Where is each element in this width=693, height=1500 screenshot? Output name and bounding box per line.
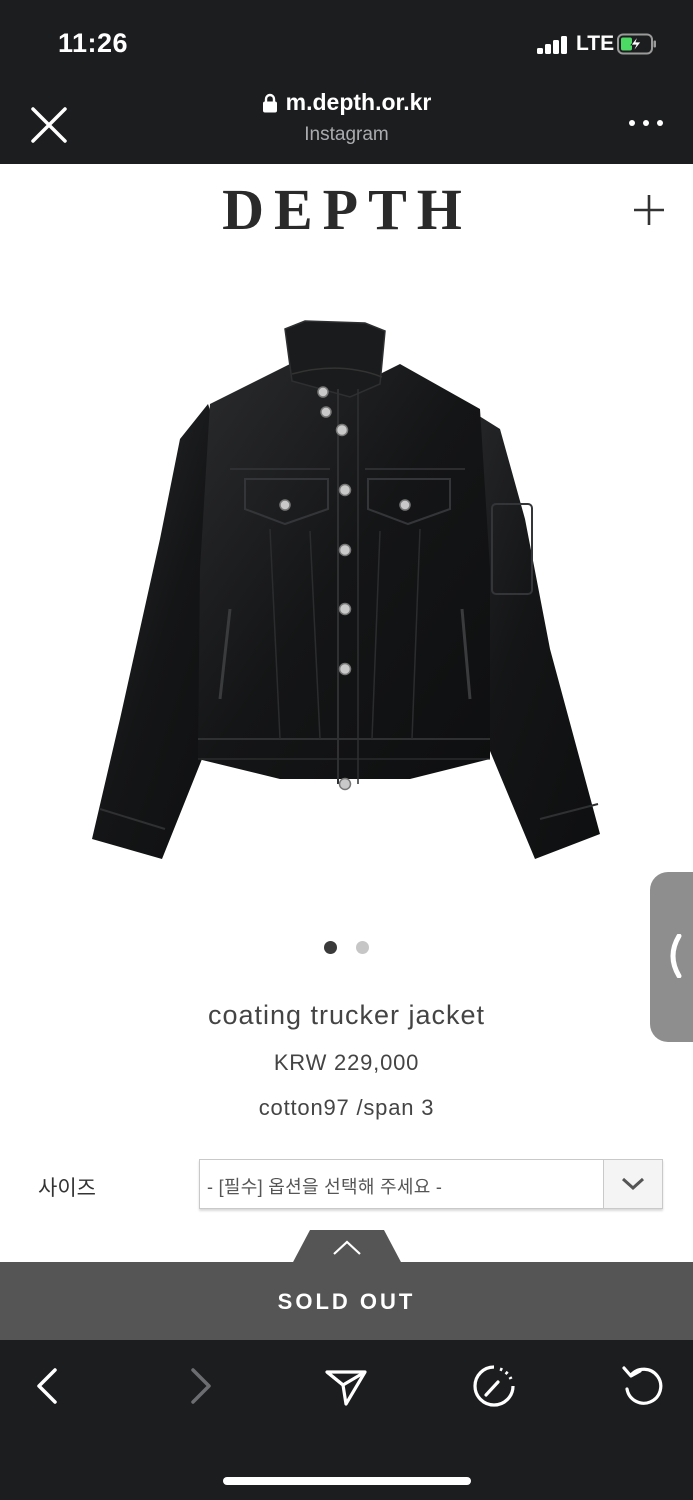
browser-toolbar: [0, 1340, 693, 1500]
pagination-dot-active[interactable]: [324, 941, 338, 954]
share-icon[interactable]: [322, 1362, 370, 1410]
web-content: DEPTH coating trucker jacket KRW 229,000…: [0, 164, 693, 1262]
speed-icon[interactable]: [470, 1362, 518, 1410]
expand-panel-tab[interactable]: [292, 1230, 402, 1262]
depth-logo: DEPTH: [222, 178, 472, 242]
size-select[interactable]: - [필수] 옵션을 선택해 주세요 -: [199, 1159, 663, 1209]
url-area[interactable]: m.depth.or.kr Instagram: [0, 88, 693, 146]
status-time: 11:26: [58, 28, 129, 58]
back-icon[interactable]: [25, 1362, 73, 1410]
lock-icon: [262, 93, 277, 112]
sold-out-label: SOLD OUT: [277, 1289, 416, 1314]
chevron-down-icon: [621, 1177, 645, 1191]
signal-icon: [537, 36, 569, 54]
reload-icon[interactable]: [619, 1362, 667, 1410]
image-pagination: [0, 941, 693, 959]
more-icon[interactable]: [629, 120, 663, 130]
home-indicator[interactable]: [223, 1477, 471, 1485]
network-type: LTE: [576, 32, 615, 55]
status-bar: 11:26 LTE: [0, 0, 693, 88]
product-name: coating trucker jacket: [207, 1000, 486, 1030]
plus-icon[interactable]: [633, 194, 665, 226]
select-dropdown-button[interactable]: [603, 1160, 662, 1208]
forward-icon[interactable]: [175, 1362, 223, 1410]
site-logo[interactable]: DEPTH: [0, 178, 693, 247]
size-select-value: - [필수] 옵션을 선택해 주세요 -: [207, 1177, 443, 1197]
product-price: KRW 229,000: [273, 1050, 420, 1075]
battery-charging-icon: [617, 33, 656, 55]
svg-text:DEPTH: DEPTH: [222, 178, 472, 242]
source-app-label: Instagram: [304, 123, 389, 145]
url-text: m.depth.or.kr: [285, 89, 432, 115]
pagination-dot[interactable]: [355, 941, 369, 954]
size-label: 사이즈: [38, 1177, 96, 1200]
product-description: cotton97 /span 3: [258, 1095, 435, 1120]
browser-bar: m.depth.or.kr Instagram: [0, 88, 693, 164]
product-image[interactable]: [80, 319, 613, 864]
sold-out-button[interactable]: SOLD OUT: [0, 1262, 693, 1340]
